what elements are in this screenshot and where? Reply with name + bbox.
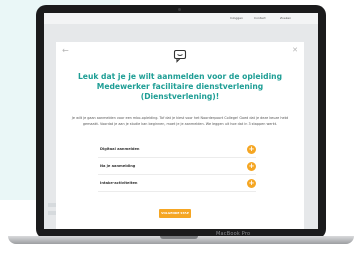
nav-item-search[interactable]: Zoeken <box>280 16 291 20</box>
close-icon[interactable]: ✕ <box>292 47 298 54</box>
plus-icon[interactable]: + <box>247 162 256 171</box>
step-row-after-signup[interactable]: Na je aanmelding + <box>98 159 256 175</box>
laptop-brand-label: MacBook Pro <box>216 231 251 237</box>
modal-intro: Je wilt je gaan aanmelden voor een mbo-o… <box>71 116 289 126</box>
camera-icon <box>178 8 181 11</box>
step-row-intake[interactable]: Intake-activiteiten + <box>98 176 256 192</box>
back-icon[interactable]: ← <box>62 47 69 55</box>
modal-title: Leuk dat je je wilt aanmelden voor de op… <box>77 72 283 101</box>
next-step-button[interactable]: VOLGENDE STAP <box>159 209 191 218</box>
step-label: Na je aanmelding <box>100 164 136 168</box>
step-row-digital-signup[interactable]: Digitaal aanmelden + <box>98 142 256 158</box>
nav-item-login[interactable]: Inloggen <box>230 16 243 20</box>
step-label: Digitaal aanmelden <box>100 147 140 151</box>
website-header: Inloggen Contact Zoeken <box>44 13 318 24</box>
plus-icon[interactable]: + <box>247 145 256 154</box>
laptop-screen: Inloggen Contact Zoeken ← ✕ Leuk dat je … <box>44 13 318 229</box>
pagination-dots <box>172 224 184 229</box>
plus-icon[interactable]: + <box>247 179 256 188</box>
laptop-notch <box>160 236 198 239</box>
nav-item-contact[interactable]: Contact <box>254 16 266 20</box>
step-label: Intake-activiteiten <box>100 181 138 185</box>
chat-bubble-icon <box>173 49 187 63</box>
signup-modal: ← ✕ Leuk dat je je wilt aanmelden voor d… <box>56 42 304 229</box>
